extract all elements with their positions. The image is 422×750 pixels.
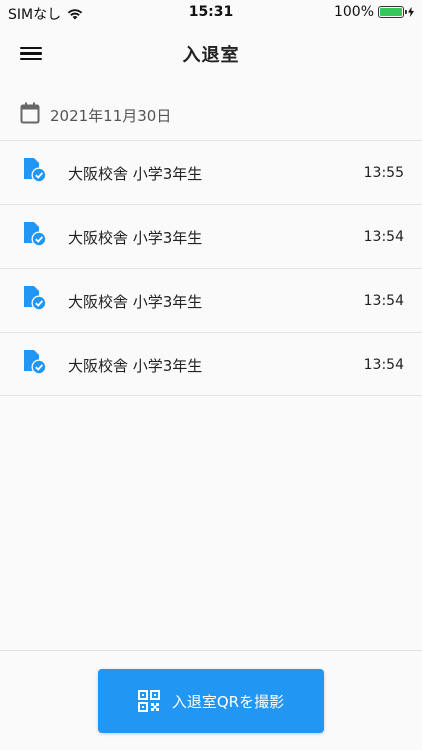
menu-bar [20,47,42,50]
item-time: 13:54 [363,357,404,373]
page-title: 入退室 [182,45,240,66]
list-item[interactable]: 大阪校舎 小学3年生 13:54 [0,268,422,332]
scan-qr-button[interactable]: 入退室QRを撮影 [98,669,324,733]
battery-group: 100% [334,4,414,20]
menu-bar [20,52,42,55]
menu-bar [20,57,42,61]
date-row: 2021年11月30日 [0,96,422,136]
charging-bolt-icon [408,7,414,17]
item-label: 大阪校舎 小学3年生 [68,357,203,375]
document-check-icon [24,222,47,247]
menu-icon[interactable] [20,44,42,62]
calendar-icon [20,102,40,124]
item-label: 大阪校舎 小学3年生 [68,165,203,183]
battery-fill [380,8,402,16]
document-check-icon [24,158,47,183]
list-item[interactable]: 大阪校舎 小学3年生 13:54 [0,204,422,268]
item-time: 13:54 [363,229,404,245]
date-label: 2021年11月30日 [50,107,172,125]
list-item[interactable]: 大阪校舎 小学3年生 13:54 [0,332,422,396]
footer-bar: 入退室QRを撮影 [0,650,422,750]
document-check-icon [24,350,47,375]
item-label: 大阪校舎 小学3年生 [68,229,203,247]
battery-percent: 100% [333,4,374,20]
app-header: 入退室 [0,26,422,82]
status-bar: SIMなし 15:31 100% [0,0,422,26]
list-item[interactable]: 大阪校舎 小学3年生 13:55 [0,140,422,204]
battery-icon [378,6,407,18]
item-label: 大阪校舎 小学3年生 [68,293,203,311]
qr-code-icon [137,690,160,712]
item-time: 13:54 [363,293,404,309]
document-check-icon [24,286,47,311]
scan-qr-label: 入退室QRを撮影 [171,692,285,711]
attendance-list: 大阪校舎 小学3年生 13:55 大阪校舎 小学3年生 13:54 大阪校舎 小… [0,140,422,396]
item-time: 13:55 [363,165,404,181]
